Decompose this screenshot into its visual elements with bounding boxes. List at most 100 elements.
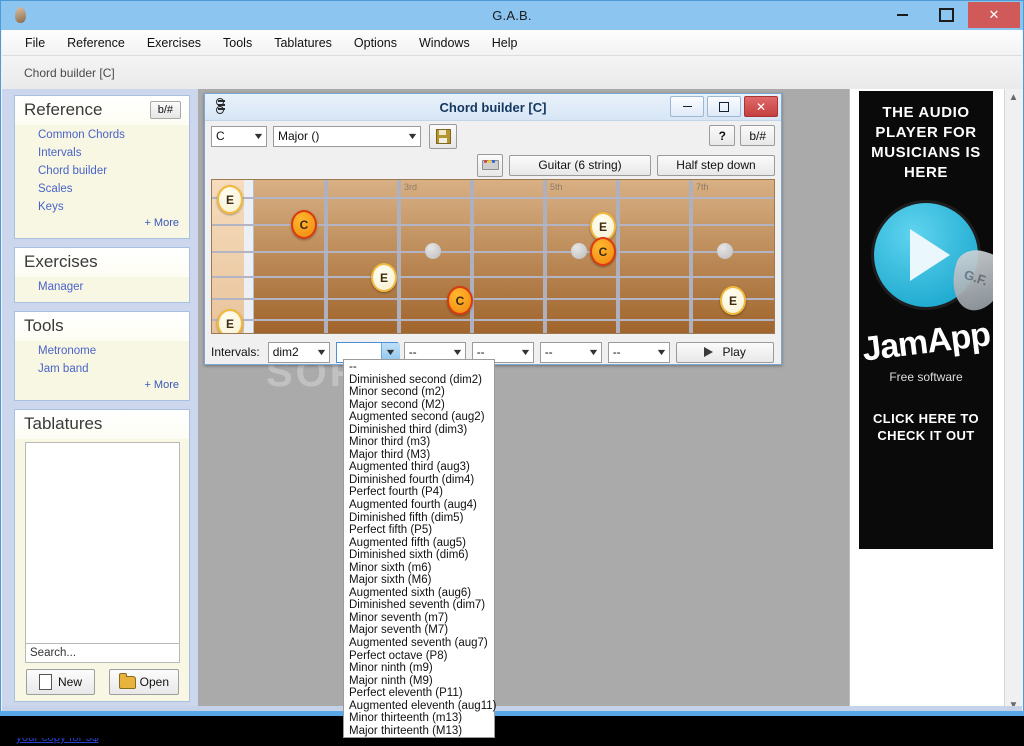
interval-option[interactable]: Augmented sixth (aug6) — [344, 587, 494, 600]
interval-option[interactable]: Minor thirteenth (m13) — [344, 712, 494, 725]
interval-dropdown-list[interactable]: -- Diminished second (dim2) Minor second (… — [343, 359, 496, 739]
play-circle-icon: G.F. — [874, 203, 993, 318]
interval-option[interactable]: Minor sixth (m6) — [344, 562, 494, 575]
scroll-up-icon[interactable]: ▲ — [1005, 89, 1022, 106]
note-marker[interactable]: C — [291, 210, 317, 239]
interval-option[interactable]: Minor seventh (m7) — [344, 612, 494, 625]
ad-scrollbar[interactable]: ▲ ▼ — [1004, 89, 1022, 714]
instrument-select-button[interactable]: Guitar (6 string) — [509, 154, 651, 176]
fret-line-5 — [616, 180, 620, 333]
play-button[interactable]: Play — [675, 341, 774, 363]
tablature-search-input[interactable]: Search... — [25, 644, 180, 663]
root-note-select[interactable]: C ▼ — [211, 125, 267, 147]
note-marker[interactable]: E — [720, 286, 746, 315]
nut — [244, 180, 254, 333]
menu-item-exercises[interactable]: Exercises — [136, 33, 212, 53]
panel-reference-title: Reference — [24, 100, 103, 119]
close-button[interactable]: ✕ — [968, 2, 1020, 28]
chord-accidental-button[interactable]: b/# — [740, 125, 775, 146]
note-marker[interactable]: C — [447, 286, 473, 315]
interval-option[interactable]: Diminished sixth (dim6) — [344, 549, 494, 562]
interval-option[interactable]: -- — [344, 361, 494, 374]
interval-option[interactable]: Minor ninth (m9) — [344, 662, 494, 675]
help-button[interactable]: ? — [709, 125, 736, 146]
interval-option[interactable]: Major second (M2) — [344, 399, 494, 412]
tab-chord-builder[interactable]: Chord builder [C] — [14, 62, 125, 84]
note-marker[interactable]: C — [590, 237, 616, 266]
ad-logo: JamApp — [860, 315, 992, 369]
interval-option[interactable]: Diminished third (dim3) — [344, 424, 494, 437]
sidebar-item-jam-band[interactable]: Jam band — [24, 360, 181, 378]
fret-line-2 — [397, 180, 401, 333]
panel-exercises-title: Exercises — [24, 252, 98, 271]
menu-item-tablatures[interactable]: Tablatures — [263, 33, 343, 53]
menu-item-help[interactable]: Help — [481, 33, 529, 53]
chevron-down-icon: ▼ — [252, 131, 265, 141]
sidebar-item-intervals[interactable]: Intervals — [24, 144, 181, 162]
interval-option[interactable]: Diminished fifth (dim5) — [344, 512, 494, 525]
panel-tablatures-body: Search... New Open — [15, 439, 189, 701]
interval-option[interactable]: Major third (M3) — [344, 449, 494, 462]
menu-item-options[interactable]: Options — [343, 33, 408, 53]
interval-option[interactable]: Diminished seventh (dim7) — [344, 599, 494, 612]
tools-more-link[interactable]: + More — [24, 378, 181, 394]
sidebar-item-keys[interactable]: Keys — [24, 198, 181, 216]
menu-item-reference[interactable]: Reference — [56, 33, 136, 53]
interval-option[interactable]: Augmented fourth (aug4) — [344, 499, 494, 512]
interval-select-6[interactable]: -- ▼ — [607, 341, 670, 363]
sidebar-item-scales[interactable]: Scales — [24, 180, 181, 198]
note-marker[interactable]: E — [217, 309, 243, 333]
menu-item-file[interactable]: File — [14, 33, 56, 53]
menu-item-tools[interactable]: Tools — [212, 33, 263, 53]
chord-builder-maximize-button[interactable] — [707, 96, 741, 117]
chord-type-select[interactable]: Major () ▼ — [273, 125, 421, 147]
chord-builder-toolbar-secondary: Guitar (6 string) Half step down — [205, 151, 781, 179]
interval-option[interactable]: Augmented third (aug3) — [344, 461, 494, 474]
menu-item-windows[interactable]: Windows — [408, 33, 481, 53]
title-bar: G.A.B. ✕ — [1, 1, 1023, 30]
interval-option[interactable]: Minor third (m3) — [344, 436, 494, 449]
note-marker[interactable]: E — [371, 263, 397, 292]
chord-type-value: Major () — [278, 129, 320, 143]
interval-option[interactable]: Perfect fifth (P5) — [344, 524, 494, 537]
fretboard-icon[interactable] — [477, 153, 503, 177]
interval-option[interactable]: Augmented fifth (aug5) — [344, 537, 494, 550]
sidebar-item-common-chords[interactable]: Common Chords — [24, 126, 181, 144]
interval-option[interactable]: Major seventh (M7) — [344, 624, 494, 637]
save-chord-button[interactable] — [429, 123, 457, 149]
advertisement-banner[interactable]: THE AUDIO PLAYER FOR MUSICIANS IS HERE G… — [859, 91, 993, 549]
interval-option[interactable]: Diminished second (dim2) — [344, 374, 494, 387]
interval-option[interactable]: Perfect eleventh (P11) — [344, 687, 494, 700]
interval-select-1[interactable]: dim2 ▼ — [267, 341, 330, 363]
string-3 — [212, 251, 774, 253]
interval-option[interactable]: Augmented seventh (aug7) — [344, 637, 494, 650]
interval-option[interactable]: Major thirteenth (M13) — [344, 725, 494, 738]
tuning-select-button[interactable]: Half step down — [657, 154, 775, 176]
accidental-toggle-button[interactable]: b/# — [149, 101, 181, 119]
new-tablature-button[interactable]: New — [26, 669, 96, 695]
open-tablature-button[interactable]: Open — [108, 669, 179, 695]
fretboard[interactable]: 3rd 5th 7th E C E C E C E E — [211, 179, 775, 334]
minimize-button[interactable] — [880, 2, 924, 28]
interval-option[interactable]: Perfect octave (P8) — [344, 650, 494, 663]
interval-option[interactable]: Minor second (m2) — [344, 386, 494, 399]
chord-builder-minimize-button[interactable] — [670, 96, 704, 117]
tablature-list[interactable] — [25, 442, 180, 644]
ad-headline: THE AUDIO PLAYER FOR MUSICIANS IS HERE — [871, 104, 981, 181]
sidebar-item-manager[interactable]: Manager — [24, 278, 181, 296]
maximize-button[interactable] — [924, 2, 968, 28]
interval-option[interactable]: Major sixth (M6) — [344, 574, 494, 587]
interval-option[interactable]: Augmented eleventh (aug11) — [344, 700, 496, 713]
sidebar-item-chord-builder[interactable]: Chord builder — [24, 162, 181, 180]
note-marker[interactable]: E — [217, 185, 243, 214]
advertisement-rail: THE AUDIO PLAYER FOR MUSICIANS IS HERE G… — [849, 89, 1022, 714]
chord-builder-close-button[interactable]: ✕ — [744, 96, 778, 117]
interval-option[interactable]: Diminished fourth (dim4) — [344, 474, 494, 487]
sidebar-item-metronome[interactable]: Metronome — [24, 342, 181, 360]
reference-more-link[interactable]: + More — [24, 216, 181, 232]
ad-subtitle: Free software — [889, 370, 963, 384]
interval-option[interactable]: Major ninth (M9) — [344, 675, 494, 688]
interval-option[interactable]: Augmented second (aug2) — [344, 411, 494, 424]
interval-select-5[interactable]: -- ▼ — [539, 341, 602, 363]
interval-option[interactable]: Perfect fourth (P4) — [344, 486, 494, 499]
